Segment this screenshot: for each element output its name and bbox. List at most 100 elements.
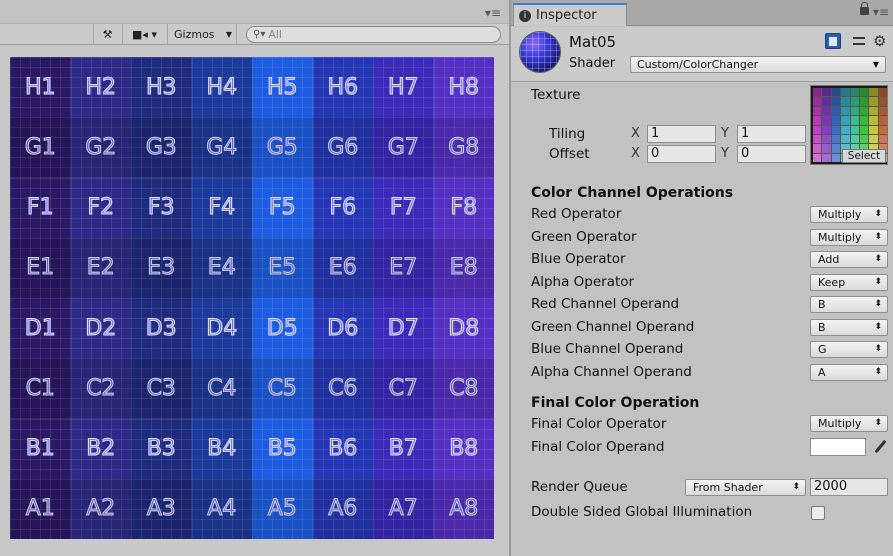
final-color-swatch[interactable]: [810, 438, 866, 456]
grid-cell-label: H4: [206, 74, 238, 100]
grid-cell-label: A4: [207, 496, 237, 522]
double-sided-gi-label: Double Sided Global Illumination: [531, 504, 753, 520]
grid-cell: G8: [433, 117, 494, 178]
grid-cell-label: B8: [449, 436, 479, 462]
channel-row-dropdown[interactable]: Multiply ⬍: [810, 206, 888, 223]
grid-cell-label: F5: [268, 195, 296, 221]
channel-row-value: B: [818, 320, 826, 334]
grid-cell-label: B5: [267, 436, 297, 462]
channel-row-dropdown[interactable]: Keep ⬍: [810, 273, 888, 291]
scene-view[interactable]: ▾≡ ⚒ ■◂ ▾ Gizmos ▼ ⚲▾ All H1 H2 H3 H4 H5 H6 H7…: [0, 0, 509, 556]
preset-sliders-icon[interactable]: [851, 33, 867, 49]
thumbnail-cell: [841, 106, 850, 116]
grid-cell-label: D6: [327, 315, 359, 341]
channel-row-value: Multiply: [818, 208, 862, 221]
scene-toolbar: ⚒ ■◂ ▾ Gizmos ▼ ⚲▾ All: [0, 23, 509, 45]
grid-cell: D8: [433, 298, 494, 359]
grid-cell-label: F3: [147, 195, 175, 221]
thumbnail-cell: [841, 134, 850, 144]
tiling-y-field[interactable]: 1: [737, 125, 806, 143]
render-queue-dropdown[interactable]: From Shader ⬍: [685, 479, 806, 496]
channel-row-label: Alpha Operator: [531, 273, 635, 290]
channel-row-dropdown[interactable]: B ⬍: [810, 296, 888, 313]
lock-icon[interactable]: [860, 2, 869, 15]
grid-cell-label: C2: [86, 375, 116, 401]
grid-cell: F4: [191, 177, 252, 238]
grid-cell: D7: [373, 298, 434, 359]
thumbnail-cell: [869, 106, 878, 116]
channel-row-dropdown[interactable]: G ⬍: [810, 341, 888, 358]
panel-menu-icon[interactable]: ▾≡: [873, 5, 889, 19]
channel-row-dropdown[interactable]: Multiply ⬍: [810, 228, 888, 246]
eyedropper-icon[interactable]: [873, 438, 887, 456]
updown-icon: ⬍: [874, 299, 882, 309]
updown-icon: ⬍: [874, 321, 882, 332]
thumbnail-cell: [869, 97, 878, 106]
texture-select-button[interactable]: Select: [842, 149, 886, 163]
help-book-icon[interactable]: [825, 33, 841, 49]
grid-cell-label: D5: [266, 315, 298, 341]
grid-cell-label: G8: [448, 134, 480, 160]
grid-cell-label: A1: [25, 496, 55, 522]
grid-cell: B2: [70, 418, 131, 479]
grid-texture: H1 H2 H3 H4 H5 H6 H7 H8 G1 G2 G3 G4 G5 G6 G7 G8 F1 F2 F3 F4…: [10, 57, 494, 539]
grid-cell: F7: [373, 177, 434, 238]
channel-row-value: G: [818, 343, 827, 356]
grid-cell-label: G4: [206, 134, 238, 160]
double-sided-gi-checkbox[interactable]: [811, 506, 825, 520]
updown-icon: ⬍: [874, 366, 882, 377]
gizmos-button[interactable]: Gizmos ▼: [167, 24, 237, 45]
grid-cell: G4: [191, 117, 252, 178]
shader-dropdown[interactable]: Custom/ColorChanger ▼: [630, 56, 886, 73]
camera-button[interactable]: ■◂ ▾: [122, 24, 166, 45]
thumbnail-cell: [850, 97, 859, 106]
grid-cell-label: E2: [86, 255, 115, 281]
channel-row-label: Alpha Channel Operand: [531, 363, 692, 380]
thumbnail-cell: [831, 153, 841, 162]
texture-slot[interactable]: Select: [810, 85, 888, 165]
final-color-operator-value: Multiply: [818, 417, 862, 430]
grid-cell-label: D4: [206, 315, 238, 341]
scene-search-input[interactable]: ⚲▾ All: [246, 26, 501, 43]
thumbnail-cell: [813, 134, 822, 144]
channel-row-dropdown[interactable]: B ⬍: [810, 318, 888, 336]
grid-cell-label: H7: [387, 74, 419, 100]
channel-row-label: Green Operator: [531, 228, 637, 245]
channel-row-value: A: [818, 365, 826, 379]
tools-button[interactable]: ⚒: [93, 24, 121, 45]
grid-cell-label: D1: [24, 315, 56, 341]
render-queue-field[interactable]: 2000: [810, 478, 888, 496]
final-color-operator-dropdown[interactable]: Multiply ⬍: [810, 415, 888, 432]
thumbnail-cell: [859, 134, 869, 144]
grid-cell: H6: [312, 57, 373, 118]
tab-inspector[interactable]: i Inspector: [513, 3, 627, 26]
thumbnail-cell: [859, 97, 869, 106]
grid-cell: C6: [312, 358, 373, 419]
grid-cell: G2: [70, 117, 131, 178]
offset-x-field[interactable]: 0: [647, 145, 716, 163]
material-preview-sphere: [520, 32, 560, 72]
channel-row-dropdown[interactable]: Add ⬍: [810, 251, 888, 268]
grid-cell: F2: [70, 177, 131, 238]
thumbnail-cell: [831, 116, 841, 125]
offset-x-label: X: [631, 146, 640, 161]
thumbnail-cell: [841, 88, 850, 97]
thumbnail-cell: [869, 134, 878, 144]
tiling-x-field[interactable]: 1: [647, 125, 716, 143]
grid-cell-label: C4: [207, 375, 237, 401]
grid-cell: C7: [373, 358, 434, 419]
gear-icon[interactable]: ⚙: [873, 33, 889, 49]
thumbnail-cell: [841, 125, 850, 134]
thumbnail-cell: [850, 125, 859, 134]
thumbnail-cell: [813, 153, 822, 162]
material-name: Mat05: [569, 33, 617, 51]
grid-cell: F6: [312, 177, 373, 238]
grid-cell-label: B2: [86, 436, 116, 462]
offset-y-field[interactable]: 0: [737, 145, 806, 163]
grid-cell: H2: [70, 57, 131, 118]
channel-row-dropdown[interactable]: A ⬍: [810, 363, 888, 381]
grid-cell-label: E7: [389, 255, 418, 281]
panel-menu-icon[interactable]: ▾≡: [485, 6, 501, 20]
offset-y-label: Y: [721, 146, 729, 161]
texture-label: Texture: [531, 87, 581, 103]
